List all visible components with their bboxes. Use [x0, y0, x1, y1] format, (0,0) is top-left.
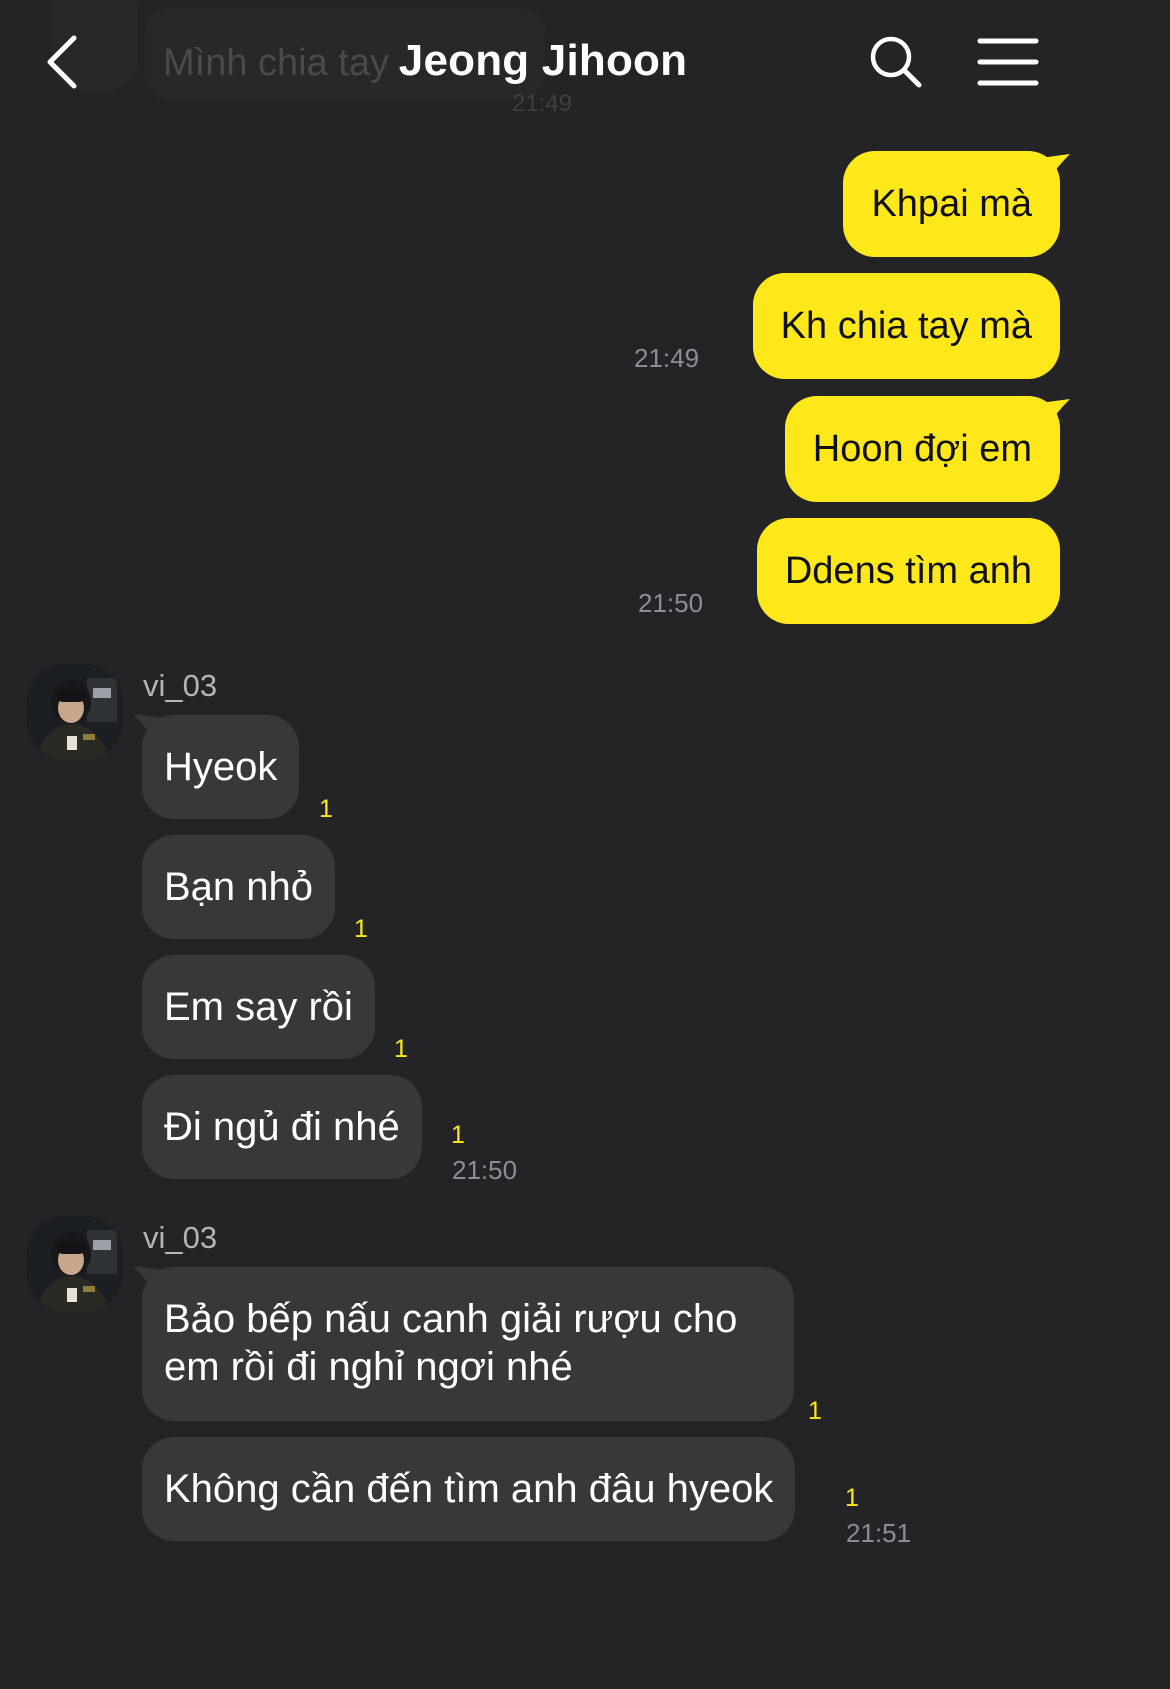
unread-count: 1: [451, 1121, 465, 1149]
unread-count: 1: [354, 915, 368, 943]
incoming-message[interactable]: Hyeok: [142, 715, 300, 819]
message-text: Không cần đến tìm anh đâu hyeok: [164, 1467, 774, 1511]
search-icon: [870, 36, 922, 88]
unread-count: 1: [845, 1484, 859, 1512]
message-text: Kh chia tay mà: [780, 305, 1032, 347]
chat-screen: Mình chia tay 21:49 Jeong Jihoon Khpai m…: [0, 0, 1086, 1568]
incoming-message[interactable]: Không cần đến tìm anh đâu hyeok: [142, 1437, 796, 1541]
unread-count: 1: [808, 1397, 822, 1425]
message-text: Ddens tìm anh: [784, 550, 1032, 592]
outgoing-bubble-tail: [1040, 399, 1070, 427]
message-time: 21:50: [638, 588, 704, 618]
message-text: Bạn nhỏ: [164, 865, 314, 909]
unread-count: 1: [394, 1035, 408, 1063]
outgoing-message[interactable]: Hoon đợi em: [784, 396, 1060, 502]
incoming-message[interactable]: Đi ngủ đi nhé: [142, 1075, 422, 1179]
message-text: Đi ngủ đi nhé: [164, 1105, 400, 1149]
message-text: Khpai mà: [871, 183, 1032, 225]
menu-button[interactable]: [976, 36, 1040, 88]
avatar-photo-icon: [27, 1216, 123, 1312]
scrolled-message-time: 21:49: [512, 90, 573, 117]
message-text: Hyeok: [164, 745, 278, 789]
message-time: 21:51: [846, 1518, 912, 1548]
incoming-message[interactable]: Bạn nhỏ: [142, 835, 336, 939]
avatar-photo-icon: [27, 664, 123, 760]
unread-count: 1: [319, 795, 333, 823]
incoming-message[interactable]: Em say rồi: [142, 955, 375, 1059]
outgoing-message[interactable]: Ddens tìm anh: [756, 518, 1060, 624]
outgoing-message[interactable]: Khpai mà: [843, 151, 1060, 257]
search-button[interactable]: [866, 32, 926, 92]
chat-header: Mình chia tay 21:49 Jeong Jihoon: [0, 0, 1086, 125]
sender-name: vi_03: [143, 1220, 218, 1255]
menu-icon: [977, 38, 1039, 86]
message-text: Em say rồi: [164, 985, 353, 1029]
avatar[interactable]: [27, 664, 123, 760]
message-text: Hoon đợi em: [812, 428, 1032, 470]
outgoing-message[interactable]: Kh chia tay mà: [752, 273, 1060, 379]
outgoing-bubble-tail: [1040, 154, 1070, 182]
message-time: 21:49: [634, 343, 700, 373]
sender-name: vi_03: [143, 668, 218, 703]
message-time: 21:50: [452, 1155, 518, 1185]
avatar[interactable]: [27, 1216, 123, 1312]
message-text: Bảo bếp nấu canh giải rượu cho em rồi đi…: [164, 1297, 738, 1389]
incoming-message[interactable]: Bảo bếp nấu canh giải rượu cho em rồi đi…: [142, 1267, 794, 1421]
